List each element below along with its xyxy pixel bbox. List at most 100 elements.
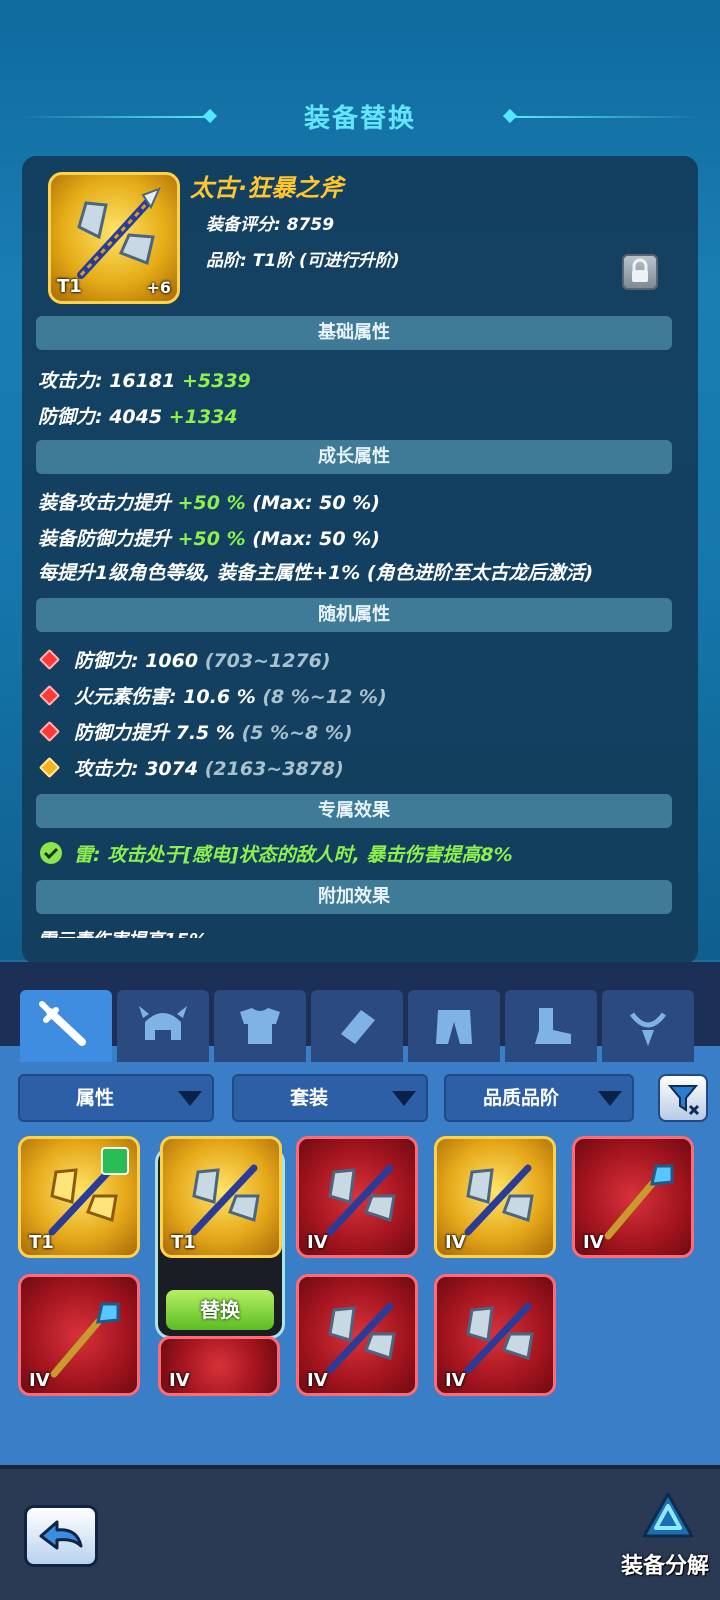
random-stat-2: 火元素伤害: 10.6 % (8 %~12 %) — [74, 682, 387, 709]
necklace-icon — [629, 1012, 667, 1046]
sword-icon — [39, 1001, 86, 1046]
gold-gem-icon — [38, 756, 61, 779]
stat-range: (2163~3878) — [204, 758, 344, 780]
slot-tier: IV — [445, 1232, 466, 1253]
tab-helmet[interactable] — [117, 990, 209, 1062]
tab-weapon[interactable] — [20, 990, 112, 1062]
stat-label: 攻击力: 3074 — [74, 758, 199, 780]
item-name: 太古·狂暴之斧 — [190, 174, 344, 202]
filter-icon — [667, 1085, 700, 1116]
stat-range: (5 %~8 %) — [241, 722, 353, 744]
stat-label: 火元素伤害: 10.6 % — [74, 686, 256, 708]
inventory-slot[interactable]: IV — [434, 1136, 556, 1258]
basic-stat-defense: 防御力: 4045 +1334 — [38, 402, 238, 429]
slot-tier: T1 — [29, 1232, 54, 1253]
check-icon — [40, 842, 62, 864]
random-stat-4: 攻击力: 3074 (2163~3878) — [74, 754, 344, 781]
slot-tier: IV — [445, 1370, 466, 1391]
inventory-slot[interactable]: IV — [18, 1274, 140, 1396]
section-random: 随机属性 — [36, 598, 672, 632]
tier-label: T1 — [57, 276, 82, 297]
slot-tier: T1 — [171, 1232, 196, 1253]
tab-necklace[interactable] — [602, 990, 694, 1062]
boots-icon — [535, 1008, 571, 1044]
stat-label: 防御力: 1060 — [74, 650, 199, 672]
equipped-badge-icon — [101, 1147, 129, 1175]
inventory-slot[interactable]: IV — [296, 1136, 418, 1258]
stat-bonus: +50 % — [177, 528, 246, 550]
section-growth: 成长属性 — [36, 440, 672, 474]
random-stat-3: 防御力提升 7.5 % (5 %~8 %) — [74, 718, 353, 745]
stat-bonus: +50 % — [177, 492, 246, 514]
stat-label: 防御力提升 7.5 % — [74, 722, 235, 744]
recycle-icon — [642, 1492, 694, 1538]
title-divider-right — [515, 116, 700, 118]
item-score: 装备评分: 8759 — [206, 215, 335, 235]
stat-range: (703~1276) — [204, 650, 331, 672]
set-filter-dropdown[interactable]: 套装 — [232, 1074, 428, 1122]
red-gem-icon — [38, 684, 61, 707]
item-detail-panel: T1 +6 太古·狂暴之斧 装备评分: 8759 品阶: T1阶 (可进行升阶)… — [22, 156, 698, 964]
chevron-down-icon — [598, 1091, 622, 1106]
slot-tier: IV — [583, 1232, 604, 1253]
red-gem-icon — [38, 648, 61, 671]
random-stat-1: 防御力: 1060 (703~1276) — [74, 646, 331, 673]
section-additional: 附加效果 — [36, 880, 672, 914]
dropdown-label: 套装 — [289, 1087, 328, 1109]
tab-armor[interactable] — [214, 990, 306, 1062]
chevron-down-icon — [178, 1091, 202, 1106]
stat-bonus: +1334 — [168, 406, 238, 428]
section-exclusive: 专属效果 — [36, 794, 672, 828]
stat-label: 防御力: 4045 — [38, 406, 163, 428]
attribute-filter-dropdown[interactable]: 属性 — [18, 1074, 214, 1122]
basic-stat-attack: 攻击力: 16181 +5339 — [38, 366, 251, 393]
quality-filter-dropdown[interactable]: 品质品阶 — [444, 1074, 634, 1122]
armor-icon — [240, 1008, 280, 1044]
helmet-icon — [139, 1006, 187, 1040]
lock-icon — [632, 258, 648, 282]
stat-label: 装备防御力提升 — [38, 528, 172, 550]
stat-label: 装备攻击力提升 — [38, 492, 172, 514]
pants-icon — [436, 1010, 472, 1044]
stat-bonus: +5339 — [181, 370, 251, 392]
lock-button[interactable] — [622, 254, 658, 290]
tab-bracer[interactable] — [311, 990, 403, 1062]
clear-filter-button[interactable] — [658, 1074, 708, 1122]
stat-max: (Max: 50 %) — [252, 492, 380, 514]
inventory-slot-partial[interactable]: IV — [158, 1336, 280, 1396]
growth-note: 每提升1级角色等级, 装备主属性+1% (角色进阶至太古龙后激活) — [38, 562, 594, 584]
inventory-slot[interactable]: IV — [434, 1274, 556, 1396]
inventory-slot[interactable]: T1 — [18, 1136, 140, 1258]
slot-tier: IV — [307, 1370, 328, 1391]
growth-stat-attack: 装备攻击力提升 +50 % (Max: 50 %) — [38, 488, 380, 515]
additional-effect-partial: 雷元素伤害提高15% — [38, 926, 207, 938]
slot-tier: IV — [29, 1370, 50, 1391]
inventory-slot[interactable]: IV — [296, 1274, 418, 1396]
stat-range: (8 %~12 %) — [262, 686, 387, 708]
section-basic: 基础属性 — [36, 316, 672, 350]
stat-label: 攻击力: 16181 — [38, 370, 176, 392]
chevron-down-icon — [392, 1091, 416, 1106]
replace-button[interactable]: 替换 — [166, 1290, 274, 1330]
growth-stat-defense: 装备防御力提升 +50 % (Max: 50 %) — [38, 524, 380, 551]
inventory-slot-selected[interactable]: T1 — [160, 1136, 282, 1258]
tab-pants[interactable] — [408, 990, 500, 1062]
tab-boots[interactable] — [505, 990, 597, 1062]
back-arrow-icon — [39, 1520, 83, 1550]
stat-max: (Max: 50 %) — [252, 528, 380, 550]
slot-tier: IV — [169, 1370, 190, 1391]
footer-divider — [0, 1465, 720, 1469]
dropdown-label: 属性 — [75, 1087, 114, 1109]
inventory-slot[interactable]: IV — [572, 1136, 694, 1258]
dismantle-button[interactable] — [636, 1488, 700, 1552]
exclusive-effect: 雷: 攻击处于[感电]状态的敌人时, 暴击伤害提高8% — [74, 844, 513, 866]
title-row: 装备替换 — [0, 92, 720, 142]
red-gem-icon — [38, 720, 61, 743]
item-grade: 品阶: T1阶 (可进行升阶) — [206, 251, 400, 271]
bracer-icon — [341, 1010, 375, 1044]
back-button[interactable] — [24, 1505, 98, 1567]
dropdown-label: 品质品阶 — [482, 1087, 559, 1109]
slot-tier: IV — [307, 1232, 328, 1253]
item-icon: T1 +6 — [48, 172, 180, 304]
dismantle-label[interactable]: 装备分解 — [610, 1548, 720, 1580]
